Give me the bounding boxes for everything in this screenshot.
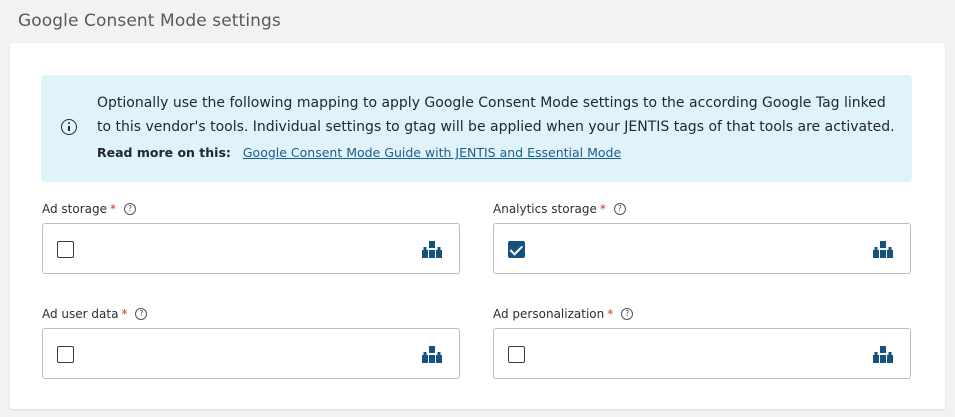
- building-blocks-icon[interactable]: [422, 346, 442, 363]
- help-icon[interactable]: ?: [135, 308, 148, 320]
- field-analytics-storage: Analytics storage * ?: [493, 201, 913, 274]
- building-blocks-icon[interactable]: [873, 346, 893, 363]
- ad-personalization-checkbox[interactable]: [508, 346, 525, 363]
- field-input-box: [493, 223, 911, 274]
- building-blocks-icon[interactable]: [873, 241, 893, 258]
- field-input-box: [493, 328, 911, 379]
- help-icon[interactable]: ?: [621, 308, 634, 320]
- ad-user-data-checkbox[interactable]: [57, 346, 74, 363]
- consent-mode-guide-link[interactable]: Google Consent Mode Guide with JENTIS an…: [243, 145, 621, 160]
- help-icon[interactable]: ?: [124, 203, 137, 215]
- ad-storage-checkbox[interactable]: [57, 241, 74, 258]
- required-marker: *: [110, 202, 117, 216]
- analytics-storage-checkbox[interactable]: [508, 241, 525, 258]
- info-box: Optionally use the following mapping to …: [41, 75, 912, 182]
- read-more: Read more on this: Google Consent Mode G…: [97, 145, 621, 160]
- field-label: Ad user data: [42, 307, 119, 321]
- building-blocks-icon[interactable]: [422, 241, 442, 258]
- field-ad-user-data: Ad user data * ?: [42, 306, 462, 379]
- info-text: Optionally use the following mapping to …: [97, 95, 895, 135]
- field-label: Ad personalization: [493, 307, 605, 321]
- required-marker: *: [607, 307, 614, 321]
- field-ad-storage: Ad storage * ?: [42, 201, 462, 274]
- field-label: Analytics storage: [493, 202, 597, 216]
- consent-settings-card: Optionally use the following mapping to …: [10, 43, 945, 409]
- read-more-label: Read more on this:: [97, 145, 231, 160]
- field-label: Ad storage: [42, 202, 108, 216]
- field-input-box: [42, 223, 460, 274]
- field-ad-personalization: Ad personalization * ?: [493, 306, 913, 379]
- info-icon: [61, 119, 77, 135]
- required-marker: *: [599, 202, 606, 216]
- section-title: Google Consent Mode settings: [18, 11, 281, 31]
- help-icon[interactable]: ?: [613, 203, 626, 215]
- required-marker: *: [121, 307, 128, 321]
- field-input-box: [42, 328, 460, 379]
